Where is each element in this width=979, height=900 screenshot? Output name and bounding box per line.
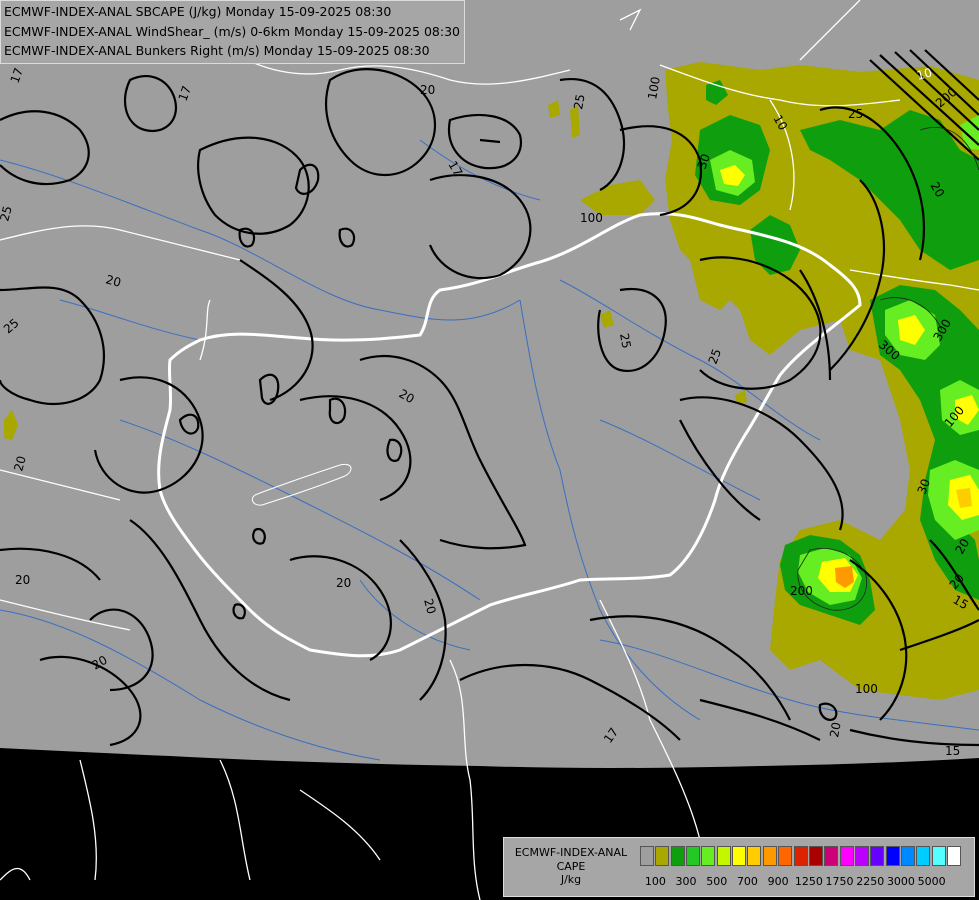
map-viewer: 17 17 20 20 20 20 20 20 20 20 20 20 25 2… <box>0 0 979 900</box>
legend-swatch <box>870 846 885 866</box>
legend-swatch <box>778 846 793 866</box>
cape-label: 100 <box>855 682 878 696</box>
legend-tick-label: 1250 <box>794 875 823 888</box>
legend-swatch <box>824 846 839 866</box>
contour-label: 25 <box>617 332 633 349</box>
header-line-windshear: ECMWF-INDEX-ANAL WindShear_ (m/s) 0-6km … <box>4 23 460 39</box>
legend-swatch <box>854 846 869 866</box>
contour-label: 15 <box>945 744 960 758</box>
header-line-bunkers: ECMWF-INDEX-ANAL Bunkers Right (m/s) Mon… <box>4 43 430 58</box>
legend-tick-label: 1750 <box>825 875 854 888</box>
legend-tick-label: 5000 <box>917 875 946 888</box>
legend-tick-label: 700 <box>736 875 758 888</box>
contour-label: 25 <box>848 107 863 121</box>
map-header: ECMWF-INDEX-ANAL SBCAPE (J/kg) Monday 15… <box>0 0 465 64</box>
legend-swatch <box>931 846 946 866</box>
legend-swatch <box>916 846 931 866</box>
legend-tick-label: 100 <box>644 875 666 888</box>
legend-tick-label: 500 <box>706 875 728 888</box>
contour-label: 20 <box>420 83 435 97</box>
legend-swatch <box>808 846 823 866</box>
legend-tick-label: 300 <box>675 875 697 888</box>
legend-swatch <box>701 846 716 866</box>
weather-map: 17 17 20 20 20 20 20 20 20 20 20 20 25 2… <box>0 0 979 900</box>
legend-swatch <box>747 846 762 866</box>
legend-swatch <box>732 846 747 866</box>
legend-swatch <box>655 846 670 866</box>
cape-label: 100 <box>580 211 603 225</box>
legend-swatch <box>640 846 654 866</box>
cape-label: 200 <box>790 584 813 598</box>
contour-label: 25 <box>571 93 587 110</box>
color-legend: ECMWF-INDEX-ANAL CAPE J/kg 100 300 500 700 9… <box>503 837 975 897</box>
legend-title-unit: J/kg <box>560 873 582 886</box>
legend-swatch <box>670 846 685 866</box>
legend-swatch <box>793 846 808 866</box>
legend-swatch <box>947 846 961 866</box>
contour-label: 20 <box>827 721 843 738</box>
legend-tick-label: 900 <box>767 875 789 888</box>
contour-label: 20 <box>336 576 351 590</box>
legend-title: ECMWF-INDEX-ANAL CAPE J/kg <box>508 846 634 887</box>
legend-swatch <box>686 846 701 866</box>
header-line-sbcape: ECMWF-INDEX-ANAL SBCAPE (J/kg) Monday 15… <box>4 4 392 19</box>
legend-title-source: ECMWF-INDEX-ANAL <box>514 846 628 859</box>
contour-label: 20 <box>15 573 30 587</box>
legend-swatch <box>716 846 731 866</box>
legend-swatch <box>900 846 915 866</box>
legend-tick-label: 3000 <box>886 875 915 888</box>
legend-swatch <box>762 846 777 866</box>
legend-swatch <box>839 846 854 866</box>
legend-title-param: CAPE <box>556 859 586 873</box>
legend-swatch <box>885 846 900 866</box>
legend-tick-label: 2250 <box>856 875 885 888</box>
